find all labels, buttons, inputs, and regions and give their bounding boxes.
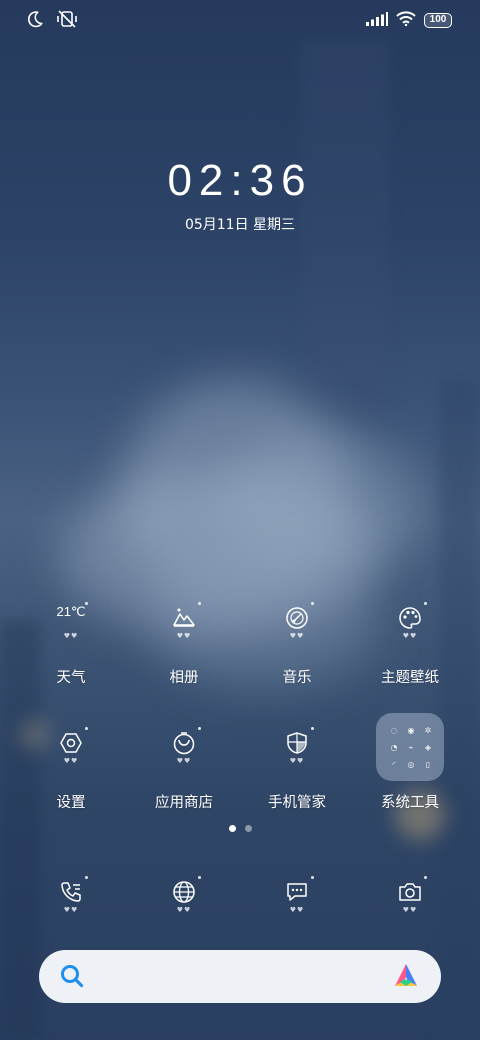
assistant-logo-icon[interactable] [391,962,421,994]
app-label: 天气 [56,670,86,686]
browser-icon [173,881,195,903]
phone-icon [61,882,81,902]
app-app-store[interactable]: ♥♥ 应用商店 [134,723,234,812]
folder-icon[interactable]: ◌ ◉ ✲ ◔ ⌁ ◈ ◜ ◎ ▯ [376,713,444,781]
dock-messages[interactable]: ♥♥ [247,872,347,932]
app-music[interactable]: ♥♥ 音乐 [247,598,347,687]
app-label: 应用商店 [155,795,213,811]
wifi-icon [396,11,416,30]
app-label: 相册 [169,670,199,686]
dock-phone[interactable]: ♥♥ [21,872,121,932]
app-store-icon [173,732,195,755]
app-label: 系统工具 [381,795,439,811]
app-system-tools-folder[interactable]: ◌ ◉ ✲ ◔ ⌁ ◈ ◜ ◎ ▯ 系统工具 [360,713,460,812]
status-bar: 100 [0,0,480,40]
page-indicator[interactable] [0,825,480,832]
app-weather[interactable]: 21℃ ♥♥ 天气 [21,598,121,687]
lock-date: 05月11日 星期三 [184,217,296,233]
dock-camera[interactable]: ♥♥ [360,872,460,932]
dock-browser[interactable]: ♥♥ [134,872,234,932]
app-label: 音乐 [282,670,312,686]
gallery-icon [173,608,195,627]
app-phone-manager[interactable]: ♥♥ 手机管家 [247,723,347,812]
signal-icon [366,11,388,30]
app-theme[interactable]: ♥♥ 主题壁纸 [360,598,460,687]
moon-icon [26,10,44,32]
app-gallery[interactable]: ♥♥ 相册 [134,598,234,687]
search-icon[interactable] [59,963,85,993]
security-shield-icon [287,732,307,754]
lock-clock[interactable]: 02:36 [0,156,480,206]
weather-icon: 21℃ [56,604,86,619]
settings-icon [60,733,82,753]
app-label: 设置 [56,795,86,811]
page-dot-active[interactable] [228,825,236,832]
vibrate-off-icon [56,10,78,32]
battery-icon: 100 [424,13,452,28]
search-bar[interactable] [39,950,441,1003]
page-dot[interactable] [244,825,252,832]
app-label: 主题壁纸 [381,670,439,686]
theme-palette-icon [399,607,421,629]
app-settings[interactable]: ♥♥ 设置 [21,723,121,812]
messages-icon [287,883,307,901]
app-label: 手机管家 [268,795,326,811]
music-icon [286,607,308,629]
camera-icon [399,883,421,901]
